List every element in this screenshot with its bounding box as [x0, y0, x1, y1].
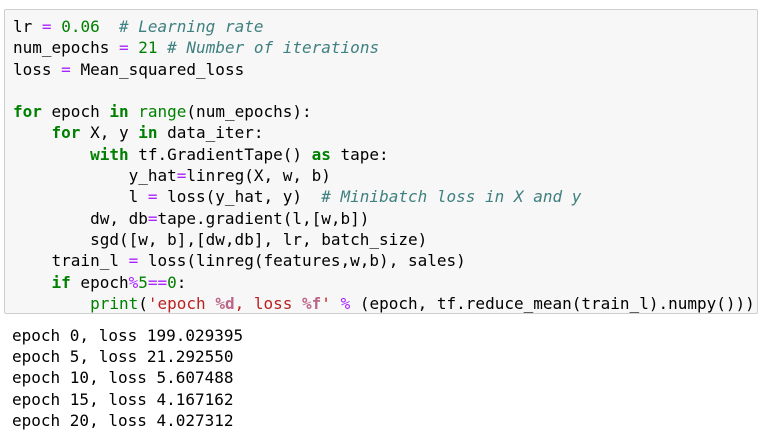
code-line: num_epochs = 21 # Number of iterations — [13, 38, 380, 58]
code-line: train_l = loss(linreg(features,w,b), sal… — [13, 251, 466, 271]
code-line: y_hat=linreg(X, w, b) — [13, 166, 331, 186]
output-line: epoch 20, loss 4.027312 — [12, 410, 234, 430]
code-cell[interactable]: lr = 0.06 # Learning rate num_epochs = 21… — [4, 9, 758, 314]
code-line: l = loss(y_hat, y) # Minibatch loss in X… — [13, 187, 582, 207]
output-line: epoch 10, loss 5.607488 — [12, 368, 234, 388]
code-line: print('epoch %d, loss %f' % (epoch, tf.r… — [90, 293, 755, 313]
cell-output: epoch 0, loss 199.029395 epoch 5, loss 21… — [12, 325, 243, 431]
output-line: epoch 0, loss 199.029395 — [12, 326, 244, 345]
code-line: sgd([w, b],[dw,db], lr, batch_size) — [13, 229, 428, 249]
output-line: epoch 15, loss 4.167162 — [12, 389, 234, 409]
code-line: with tf.GradientTape() as tape: — [90, 144, 389, 164]
code-line: if epoch%5==0: — [51, 272, 187, 292]
code-line: lr = 0.06 # Learning rate — [13, 17, 264, 36]
code-editor[interactable]: lr = 0.06 # Learning rate num_epochs = 21… — [13, 16, 755, 314]
code-line: for X, y in data_iter: — [51, 123, 264, 143]
code-line: loss = Mean_squared_loss — [13, 59, 245, 79]
output-line: epoch 5, loss 21.292550 — [12, 347, 234, 367]
code-line: dw, db=tape.gradient(l,[w,b]) — [13, 208, 370, 228]
code-line: for epoch in range(num_epochs): — [13, 102, 312, 122]
